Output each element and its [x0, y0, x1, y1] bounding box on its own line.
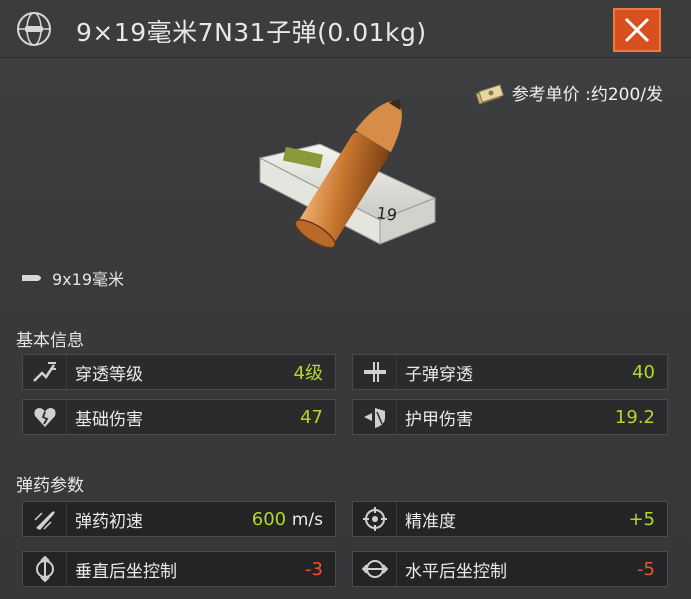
close-icon: [624, 17, 650, 43]
bullet-small-icon: [22, 275, 41, 281]
velocity-icon: [33, 511, 55, 530]
stat-label: 护甲伤害: [405, 409, 473, 430]
stat-label: 弹药初速: [75, 511, 143, 532]
stat-label: 水平后坐控制: [405, 561, 507, 582]
stat-value: -5: [637, 558, 655, 580]
stat-label: 垂直后坐控制: [75, 561, 177, 582]
item-detail-panel: 9×19毫米7N31子弹(0.01kg) 参考单价 :约200/发 19 9x1…: [0, 0, 691, 599]
cash-icon: [475, 83, 504, 105]
price-label: 参考单价 :约200/发: [511, 85, 663, 105]
crosshair-icon: [362, 507, 387, 531]
close-button[interactable]: [613, 8, 661, 52]
bullet-image: 19: [258, 100, 437, 249]
basic-info-title: 基本信息: [16, 331, 84, 351]
stat-muzzle-velocity: 弹药初速 600 m/s: [22, 501, 336, 537]
stat-value-group: 600 m/s: [252, 509, 323, 530]
stat-label: 精准度: [405, 511, 456, 532]
caliber-label: 9x19毫米: [52, 270, 125, 289]
stat-accuracy: 精准度 +5: [352, 501, 668, 537]
ammo-globe-icon: [17, 12, 51, 46]
stat-label: 基础伤害: [75, 409, 143, 430]
stat-value: 600: [251, 508, 287, 530]
stat-value: 4级: [293, 363, 323, 384]
vertical-recoil-icon: [35, 556, 54, 582]
svg-text:19: 19: [375, 203, 398, 225]
stat-penetration-level: 穿透等级 4级: [22, 354, 336, 390]
stat-value: -3: [305, 558, 323, 580]
broken-heart-icon: [34, 408, 55, 427]
stat-bullet-penetration: 子弹穿透 40: [352, 354, 668, 390]
stat-label: 穿透等级: [75, 364, 143, 385]
stat-armor-damage: 护甲伤害 19.2: [352, 399, 668, 435]
stat-vertical-recoil: 垂直后坐控制 -3: [22, 551, 336, 587]
header-bar: 9×19毫米7N31子弹(0.01kg): [0, 0, 691, 58]
stat-value: 40: [632, 361, 655, 383]
stat-unit: m/s: [291, 509, 323, 530]
ammo-params-title: 弹药参数: [16, 476, 84, 496]
bullet-penetration-icon: [363, 362, 386, 382]
caliber-tag: 9x19毫米: [22, 266, 124, 290]
stat-horizontal-recoil: 水平后坐控制 -5: [352, 551, 668, 587]
stat-base-damage: 基础伤害 47: [22, 399, 336, 435]
stat-label: 子弹穿透: [405, 364, 473, 385]
stat-value: +5: [628, 508, 655, 530]
stat-value: 47: [300, 406, 323, 428]
stat-value: 19.2: [614, 406, 655, 428]
penetration-level-icon: [32, 362, 56, 382]
item-title: 9×19毫米7N31子弹(0.01kg): [76, 18, 427, 47]
armor-damage-icon: [363, 408, 385, 428]
horizontal-recoil-icon: [361, 560, 388, 578]
reference-price: 参考单价 :约200/发: [474, 80, 663, 105]
